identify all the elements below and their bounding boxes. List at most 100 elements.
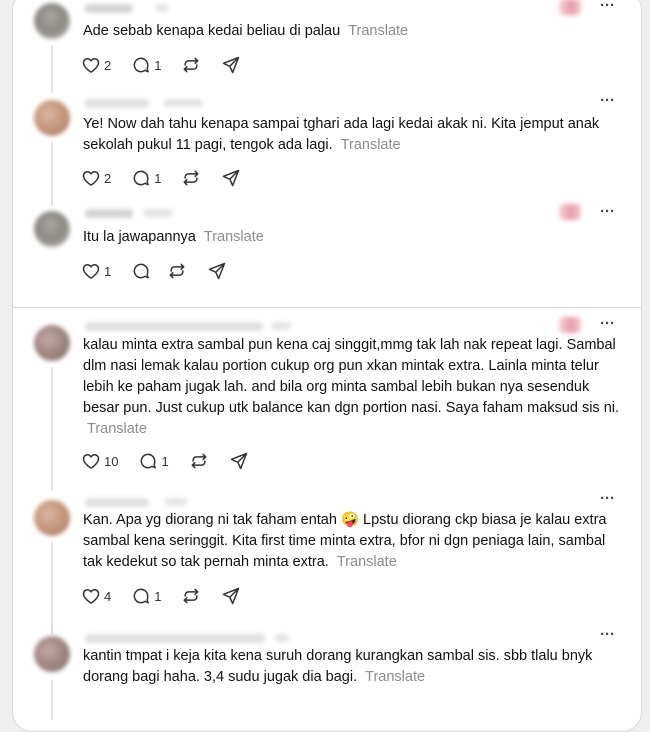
comment-count: 1 <box>154 57 162 73</box>
share-button[interactable] <box>207 261 227 281</box>
action-bar: 1 <box>81 259 247 283</box>
repost-icon <box>184 57 199 73</box>
more-icon[interactable]: ··· <box>600 0 615 13</box>
more-icon[interactable]: ··· <box>600 627 615 642</box>
reply-4: ··· kalau minta extra sambal pun kena ca… <box>13 316 641 493</box>
translate-link[interactable]: Translate <box>87 421 147 437</box>
avatar[interactable] <box>34 211 70 247</box>
repost-icon <box>191 453 207 469</box>
more-icon[interactable]: ··· <box>600 204 615 219</box>
share-icon <box>223 56 240 74</box>
comment-icon <box>133 588 150 604</box>
reply-body: Itu la jawapannya <box>83 229 196 245</box>
avatar[interactable] <box>34 500 70 536</box>
action-bar: 2 1 <box>81 53 261 77</box>
more-icon[interactable]: ··· <box>600 316 615 331</box>
comment-button[interactable]: 1 <box>131 586 161 606</box>
thread-connector <box>51 680 53 720</box>
translate-link[interactable]: Translate <box>341 137 401 153</box>
comment-count: 1 <box>161 453 169 469</box>
heart-icon <box>82 454 100 469</box>
thread-connector <box>51 45 53 93</box>
thread-panel: ··· Ade sebab kenapa kedai beliau di pal… <box>12 0 642 732</box>
comment-count: 1 <box>154 170 162 186</box>
avatar[interactable] <box>34 636 70 672</box>
share-button[interactable] <box>229 451 249 471</box>
reply-body: kalau minta extra sambal pun kena caj si… <box>83 337 620 416</box>
heart-icon <box>82 58 100 73</box>
reply-3: ··· Itu la jawapannya Translate 1 <box>13 204 641 297</box>
repost-button[interactable] <box>167 261 187 281</box>
username-blurred[interactable] <box>85 634 265 643</box>
username-blurred[interactable] <box>85 209 133 218</box>
media-thumbnail-blurred[interactable] <box>559 317 581 333</box>
timestamp-blurred <box>155 4 169 12</box>
reply-5: ··· Kan. Apa yg diorang ni tak faham ent… <box>13 491 641 634</box>
timestamp-blurred <box>271 322 291 330</box>
translate-link[interactable]: Translate <box>337 554 397 570</box>
repost-icon <box>184 170 199 186</box>
repost-button[interactable] <box>181 55 201 75</box>
action-bar: 2 1 <box>81 166 261 190</box>
action-bar: 4 1 <box>81 584 261 608</box>
translate-link[interactable]: Translate <box>348 23 408 39</box>
username-blurred[interactable] <box>85 4 133 13</box>
heart-icon <box>82 589 100 604</box>
username-blurred[interactable] <box>85 322 263 331</box>
timestamp-blurred <box>165 498 187 506</box>
share-icon <box>223 169 240 187</box>
comment-icon <box>133 57 150 73</box>
like-count: 2 <box>104 170 112 186</box>
reply-text: Ade sebab kenapa kedai beliau di palau T… <box>83 21 621 42</box>
comment-button[interactable]: 1 <box>131 55 161 75</box>
action-bar: 10 1 <box>81 449 269 473</box>
like-button[interactable]: 2 <box>81 55 111 75</box>
username-blurred[interactable] <box>85 498 149 507</box>
avatar[interactable] <box>34 100 70 136</box>
reply-text: kalau minta extra sambal pun kena caj si… <box>83 335 621 440</box>
thread-connector <box>51 542 53 634</box>
timestamp-blurred <box>143 209 173 217</box>
avatar[interactable] <box>34 325 70 361</box>
reply-text: Ye! Now dah tahu kenapa sampai tghari ad… <box>83 114 621 156</box>
repost-button[interactable] <box>181 586 201 606</box>
media-thumbnail-blurred[interactable] <box>559 204 581 220</box>
share-icon <box>230 452 247 470</box>
like-button[interactable]: 1 <box>81 261 111 281</box>
username-blurred[interactable] <box>85 99 149 108</box>
share-button[interactable] <box>221 168 241 188</box>
comment-count: 1 <box>154 588 162 604</box>
like-button[interactable]: 10 <box>81 451 118 471</box>
timestamp-blurred <box>275 634 289 642</box>
repost-icon <box>169 263 185 279</box>
like-button[interactable]: 2 <box>81 168 111 188</box>
heart-icon <box>82 264 100 279</box>
share-button[interactable] <box>221 55 241 75</box>
comment-icon <box>141 453 157 469</box>
share-icon <box>223 587 240 605</box>
repost-button[interactable] <box>181 168 201 188</box>
like-count: 10 <box>104 453 119 469</box>
repost-icon <box>184 588 199 604</box>
reply-2: ··· Ye! Now dah tahu kenapa sampai tghar… <box>13 93 641 208</box>
reply-1: ··· Ade sebab kenapa kedai beliau di pal… <box>13 0 641 96</box>
comment-icon <box>133 263 150 279</box>
comment-button[interactable]: 1 <box>131 168 161 188</box>
like-button[interactable]: 4 <box>81 586 111 606</box>
media-thumbnail-blurred[interactable] <box>559 0 581 15</box>
avatar[interactable] <box>34 3 70 39</box>
thread-divider <box>13 307 641 308</box>
translate-link[interactable]: Translate <box>365 669 425 685</box>
more-icon[interactable]: ··· <box>600 491 615 506</box>
comment-button[interactable] <box>131 261 151 281</box>
comment-button[interactable]: 1 <box>138 451 169 471</box>
repost-button[interactable] <box>189 451 209 471</box>
more-icon[interactable]: ··· <box>600 93 615 108</box>
translate-link[interactable]: Translate <box>204 229 264 245</box>
reply-text: Kan. Apa yg diorang ni tak faham entah 🤪… <box>83 510 621 573</box>
reply-body: Ade sebab kenapa kedai beliau di palau <box>83 23 341 39</box>
heart-icon <box>82 171 100 186</box>
like-count: 4 <box>104 588 112 604</box>
share-button[interactable] <box>221 586 241 606</box>
timestamp-blurred <box>163 99 203 107</box>
